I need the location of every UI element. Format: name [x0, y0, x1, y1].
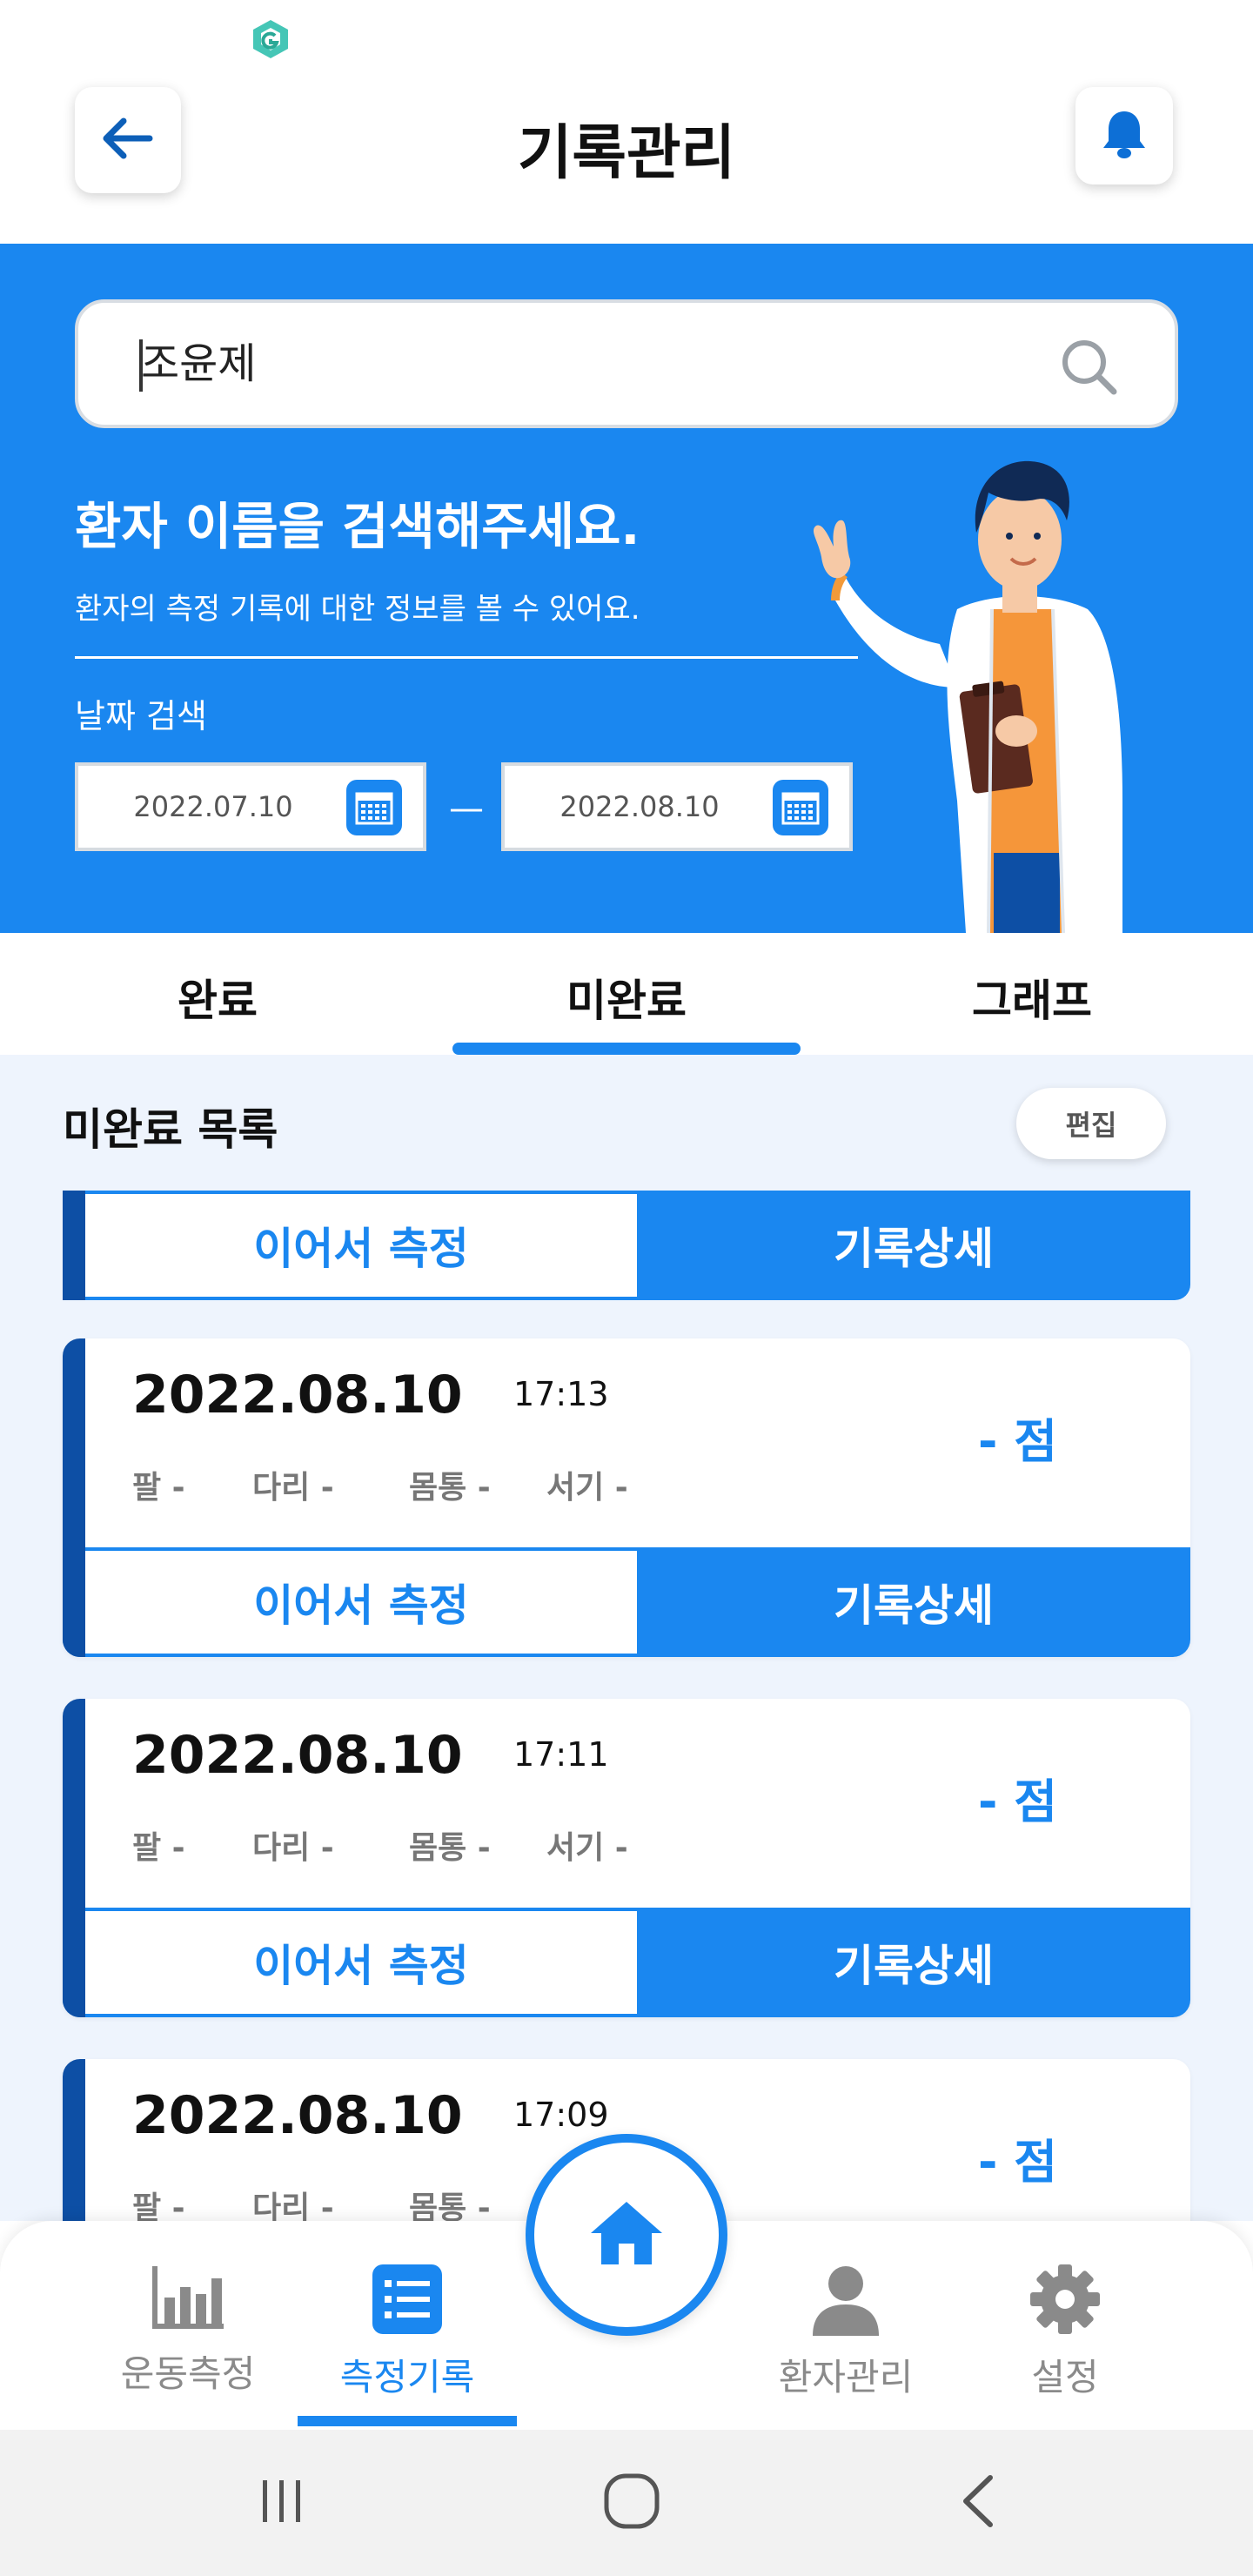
nav-label: 설정 [1031, 2356, 1099, 2398]
date-from-value: 2022.07.10 [133, 790, 293, 823]
record-score: - 점 [978, 1774, 1057, 1829]
metric-trunk: 몸통 - [409, 2190, 491, 2221]
date-from-field[interactable]: 2022.07.10 [75, 762, 426, 851]
search-value: 조윤제 [141, 339, 257, 388]
tab-incomplete[interactable]: 미완료 [452, 966, 801, 1029]
chevron-left-icon [954, 2472, 1006, 2533]
record-tabs: 완료 미완료 그래프 [0, 933, 1253, 1055]
gear-icon [1029, 2264, 1102, 2339]
recent-apps-button[interactable] [247, 2468, 317, 2538]
list-icon [371, 2264, 444, 2339]
record-detail-button[interactable]: 기록상세 [637, 1547, 1190, 1657]
list-item-actions: 이어서 측정 기록상세 [63, 1908, 1190, 2017]
patient-search-input[interactable]: 조윤제 [75, 299, 1178, 428]
app-header: 기록관리 [0, 70, 1253, 244]
record-detail-button[interactable]: 기록상세 [637, 1191, 1190, 1300]
card-accent [63, 1191, 85, 1300]
card-accent [63, 1547, 85, 1657]
hero-divider [75, 656, 858, 659]
recent-apps-icon [256, 2475, 308, 2531]
app-status-icon [249, 17, 292, 61]
card-accent [63, 1908, 85, 2017]
person-icon [809, 2266, 882, 2339]
metric-trunk: 몸통 - [409, 1830, 491, 1866]
home-circle-icon [603, 2472, 660, 2533]
active-tab-indicator [452, 1043, 801, 1055]
hero-title: 환자 이름을 검색해주세요. [75, 497, 640, 556]
home-icon [587, 2198, 666, 2271]
metric-standing: 서기 - [546, 1830, 628, 1866]
metric-arm: 팔 - [132, 1470, 185, 1506]
record-date: 2022.08.10 [132, 1725, 463, 1786]
metric-standing: 서기 - [546, 1470, 628, 1506]
home-system-button[interactable] [597, 2468, 667, 2538]
record-detail-button[interactable]: 기록상세 [637, 1908, 1190, 2017]
search-icon[interactable] [1058, 336, 1119, 397]
tab-graph[interactable]: 그래프 [858, 966, 1206, 1029]
date-to-value: 2022.08.10 [559, 790, 720, 823]
record-time: 17:13 [513, 1375, 609, 1413]
metric-leg: 다리 - [252, 2190, 334, 2221]
metric-arm: 팔 - [132, 1830, 185, 1866]
list-item-actions: 이어서 측정 기록상세 [63, 1191, 1190, 1300]
record-score: - 점 [978, 1414, 1057, 1469]
record-date: 2022.08.10 [132, 2085, 463, 2146]
nav-records[interactable]: 측정기록 [312, 2263, 503, 2401]
nav-label: 측정기록 [339, 2356, 475, 2398]
home-button[interactable] [526, 2134, 727, 2336]
hero-subtitle: 환자의 측정 기록에 대한 정보를 볼 수 있어요. [75, 592, 640, 627]
metric-leg: 다리 - [252, 1830, 334, 1866]
record-time: 17:11 [513, 1735, 609, 1774]
system-nav-bar [0, 2430, 1253, 2576]
active-nav-indicator [298, 2416, 517, 2426]
continue-measure-button[interactable]: 이어서 측정 [85, 1194, 637, 1297]
continue-measure-button[interactable]: 이어서 측정 [85, 1551, 637, 1654]
incomplete-list: 미완료 목록 편집 이어서 측정 기록상세 2022.08.10 17:13 -… [0, 1055, 1253, 2221]
list-title: 미완료 목록 [63, 1104, 278, 1155]
doctor-illustration [792, 435, 1192, 933]
record-score: - 점 [978, 2135, 1057, 2190]
page-title: 기록관리 [517, 119, 736, 188]
back-system-button[interactable] [945, 2468, 1015, 2538]
tab-complete[interactable]: 완료 [44, 966, 392, 1029]
bar-chart-icon [149, 2266, 227, 2336]
card-accent [63, 2059, 85, 2221]
metric-leg: 다리 - [252, 1470, 334, 1506]
metric-arm: 팔 - [132, 2190, 185, 2221]
calendar-icon[interactable] [346, 780, 402, 835]
bell-icon [1100, 108, 1149, 164]
record-time: 17:09 [513, 2096, 609, 2134]
date-range-separator: — [449, 788, 484, 828]
nav-exercise-measure[interactable]: 운동측정 [92, 2263, 284, 2398]
date-search-label: 날짜 검색 [75, 697, 207, 735]
edit-button[interactable]: 편집 [1016, 1088, 1166, 1159]
list-item: 2022.08.10 17:13 - 점 팔 - 다리 - 몸통 - 서기 - … [63, 1338, 1190, 1657]
metric-trunk: 몸통 - [409, 1470, 491, 1506]
nav-settings[interactable]: 설정 [969, 2263, 1161, 2401]
list-item-actions: 이어서 측정 기록상세 [63, 1547, 1190, 1657]
notification-button[interactable] [1075, 87, 1173, 184]
nav-patient-management[interactable]: 환자관리 [750, 2263, 941, 2401]
continue-measure-button[interactable]: 이어서 측정 [85, 1911, 637, 2014]
search-hero: 조윤제 환자 이름을 검색해주세요. 환자의 측정 기록에 대한 정보를 볼 수… [0, 244, 1253, 933]
nav-label: 환자관리 [778, 2356, 914, 2398]
nav-label: 운동측정 [120, 2352, 256, 2395]
list-item: 2022.08.10 17:11 - 점 팔 - 다리 - 몸통 - 서기 - … [63, 1699, 1190, 2017]
record-date: 2022.08.10 [132, 1365, 463, 1426]
